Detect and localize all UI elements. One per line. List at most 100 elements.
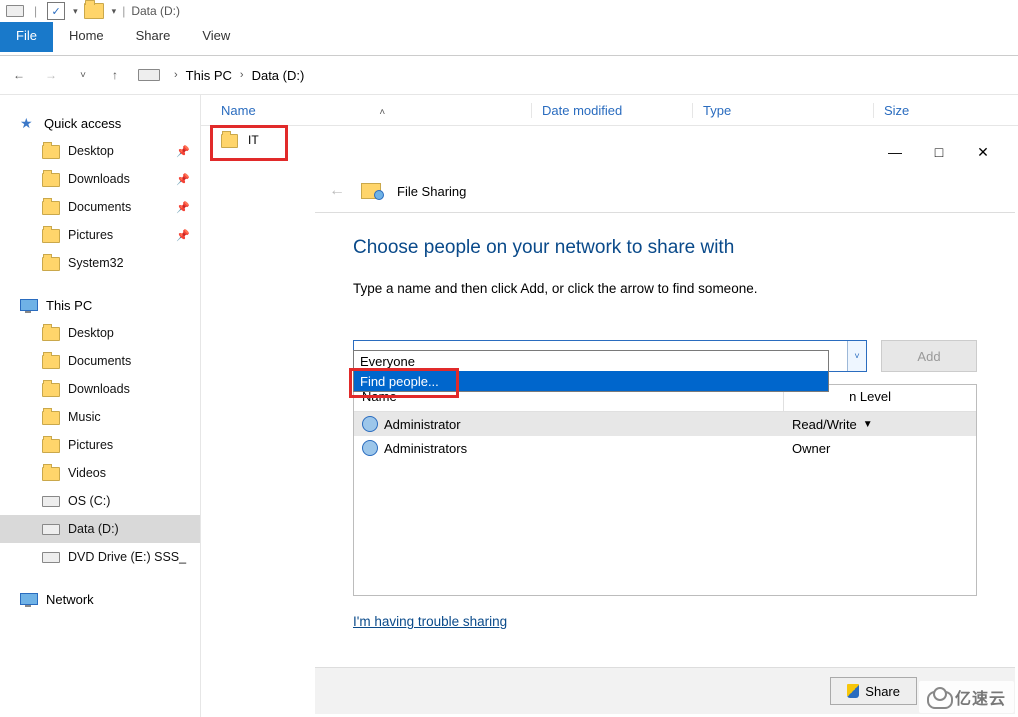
folder-icon <box>42 439 60 453</box>
dialog-footer: Share <box>315 667 1015 714</box>
breadcrumb[interactable]: › This PC › Data (D:) <box>136 68 304 83</box>
drive-icon <box>42 524 60 535</box>
nav-label: Quick access <box>44 116 121 131</box>
nav-pictures[interactable]: Pictures📌 <box>0 221 200 249</box>
back-button[interactable]: ← <box>8 64 30 86</box>
nav-data-d[interactable]: Data (D:) <box>0 515 200 543</box>
folder-icon <box>42 173 60 187</box>
nav-pc-videos[interactable]: Videos <box>0 459 200 487</box>
file-name: IT <box>248 133 259 147</box>
nav-quick-access[interactable]: ★ Quick access <box>0 109 200 137</box>
nav-pane: ★ Quick access Desktop📌 Downloads📌 Docum… <box>0 95 201 717</box>
dialog-header: ← File Sharing <box>315 170 1015 213</box>
folder-icon <box>42 411 60 425</box>
folder-icon <box>42 383 60 397</box>
minimize-button[interactable]: — <box>887 144 903 160</box>
folder-icon <box>221 134 238 148</box>
qat-dropdown-icon[interactable]: ▾ <box>73 6 78 17</box>
nav-pc-pictures[interactable]: Pictures <box>0 431 200 459</box>
ribbon-tabs: File Home Share View <box>0 22 1018 52</box>
nav-downloads[interactable]: Downloads📌 <box>0 165 200 193</box>
folder-icon <box>42 257 60 271</box>
user-icon <box>362 416 378 432</box>
title-bar: | ✓ ▾ ▾ | Data (D:) <box>0 0 1018 22</box>
shield-icon <box>847 684 859 698</box>
sort-indicator-icon: ˄ <box>379 107 385 118</box>
dvd-icon <box>42 552 60 563</box>
pin-icon: 📌 <box>176 173 190 186</box>
breadcrumb-current[interactable]: Data (D:) <box>252 68 305 83</box>
folder-icon <box>42 201 60 215</box>
qat-folder-icon[interactable] <box>84 3 104 19</box>
table-row[interactable]: Administrators Owner <box>354 436 976 460</box>
forward-button[interactable]: → <box>40 64 62 86</box>
folder-icon <box>42 145 60 159</box>
file-sharing-icon <box>361 183 381 199</box>
col-date[interactable]: Date modified <box>531 103 692 118</box>
pin-icon: 📌 <box>176 201 190 214</box>
recent-dropdown[interactable]: ˅ <box>72 64 94 86</box>
folder-icon <box>42 355 60 369</box>
chevron-right-icon[interactable]: › <box>234 69 250 81</box>
nav-pc-desktop[interactable]: Desktop <box>0 319 200 347</box>
col-size[interactable]: Size <box>873 103 909 118</box>
dialog-back-icon[interactable]: ← <box>329 182 345 200</box>
nav-dvd-e[interactable]: DVD Drive (E:) SSS_ <box>0 543 200 571</box>
nav-desktop[interactable]: Desktop📌 <box>0 137 200 165</box>
nav-pc-music[interactable]: Music <box>0 403 200 431</box>
folder-icon <box>42 467 60 481</box>
drive-icon <box>6 5 24 17</box>
nav-this-pc[interactable]: This PC <box>0 291 200 319</box>
table-row[interactable]: Administrator Read/Write▼ <box>354 412 976 436</box>
nav-pc-downloads[interactable]: Downloads <box>0 375 200 403</box>
pin-icon: 📌 <box>176 229 190 242</box>
combobox-dropdown-icon[interactable]: ˅ <box>847 341 866 371</box>
share-button[interactable]: Share <box>830 677 917 705</box>
breadcrumb-root[interactable]: This PC <box>186 68 232 83</box>
qat-properties-icon[interactable]: ✓ <box>47 2 65 20</box>
folder-icon <box>42 327 60 341</box>
tab-file[interactable]: File <box>0 22 53 52</box>
network-icon <box>20 593 38 605</box>
nav-os-c[interactable]: OS (C:) <box>0 487 200 515</box>
nav-pc-documents[interactable]: Documents <box>0 347 200 375</box>
dialog-header-title: File Sharing <box>397 184 466 199</box>
tab-view[interactable]: View <box>186 22 246 52</box>
maximize-button[interactable]: □ <box>931 144 947 160</box>
breadcrumb-drive-icon <box>138 69 160 81</box>
nav-documents[interactable]: Documents📌 <box>0 193 200 221</box>
file-sharing-dialog: — □ ✕ ← File Sharing Choose people on yo… <box>315 134 1015 714</box>
dialog-subtitle: Type a name and then click Add, or click… <box>353 281 977 296</box>
address-bar-row: ← → ˅ ↑ › This PC › Data (D:) <box>0 56 1018 95</box>
close-button[interactable]: ✕ <box>975 144 991 160</box>
col-name[interactable]: Name ˄ <box>201 103 531 118</box>
pin-icon: 📌 <box>176 145 190 158</box>
tab-home[interactable]: Home <box>53 22 120 52</box>
dropdown-item-find-people[interactable]: Find people... <box>354 371 828 391</box>
dialog-title: Choose people on your network to share w… <box>353 237 977 259</box>
dialog-body: Choose people on your network to share w… <box>315 213 1015 639</box>
watermark: 亿速云 <box>919 681 1014 713</box>
qat-folder-dropdown-icon[interactable]: ▾ <box>112 6 117 17</box>
quick-access-toolbar: ✓ ▾ ▾ <box>47 2 116 20</box>
tab-share[interactable]: Share <box>120 22 187 52</box>
nav-network[interactable]: Network <box>0 585 200 613</box>
chevron-right-icon[interactable]: › <box>168 69 184 81</box>
trouble-sharing-link[interactable]: I'm having trouble sharing <box>353 614 507 629</box>
dialog-titlebar: — □ ✕ <box>315 134 1015 170</box>
nav-system32[interactable]: System32 <box>0 249 200 277</box>
add-button[interactable]: Add <box>881 340 977 372</box>
combobox-dropdown-list: Everyone Find people... <box>353 350 829 392</box>
star-icon: ★ <box>20 115 36 131</box>
up-button[interactable]: ↑ <box>104 64 126 86</box>
chevron-down-icon[interactable]: ▼ <box>863 419 873 430</box>
window-title: Data (D:) <box>131 4 180 18</box>
dropdown-item-everyone[interactable]: Everyone <box>354 351 828 371</box>
users-icon <box>362 440 378 456</box>
folder-icon <box>42 229 60 243</box>
cloud-icon <box>927 691 953 709</box>
pc-icon <box>20 299 38 311</box>
column-header: Name ˄ Date modified Type Size <box>201 95 1018 126</box>
col-type[interactable]: Type <box>692 103 873 118</box>
drive-icon <box>42 496 60 507</box>
